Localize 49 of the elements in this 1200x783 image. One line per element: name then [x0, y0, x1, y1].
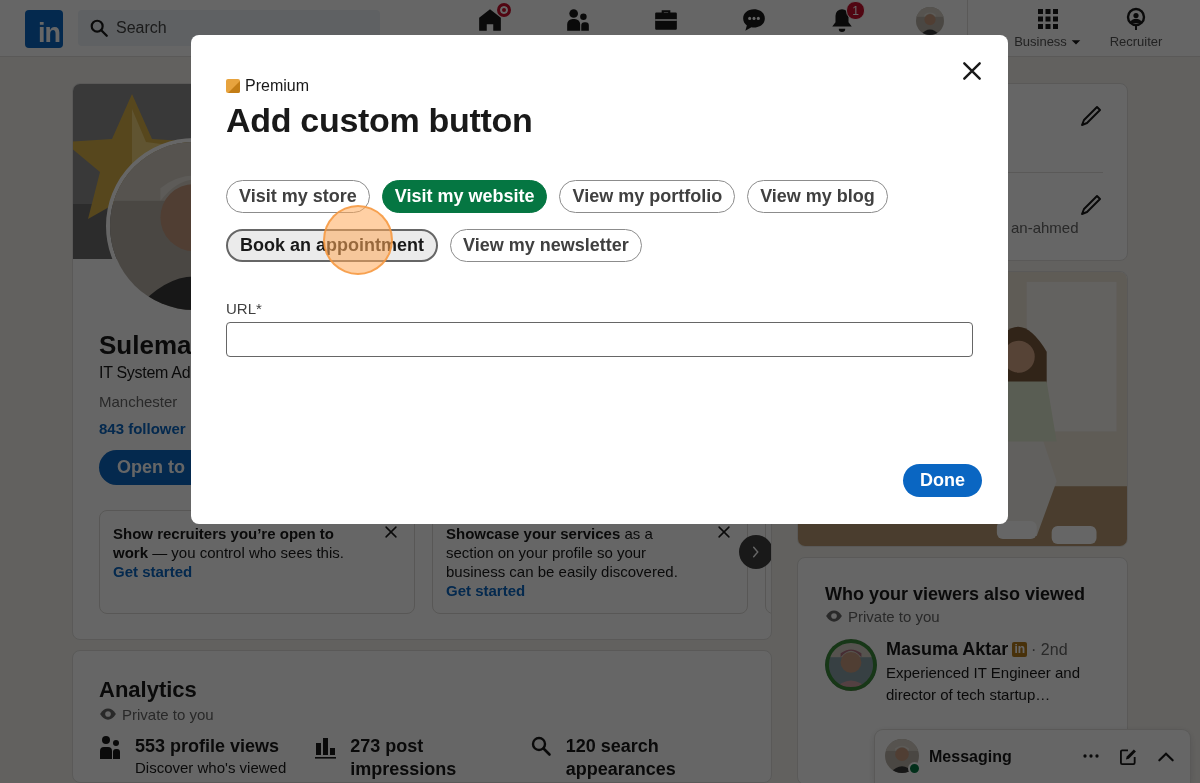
- pencil-icon[interactable]: [1079, 193, 1103, 217]
- profile-name: Sulema: [99, 330, 192, 360]
- pencil-icon[interactable]: [1079, 104, 1103, 128]
- close-icon[interactable]: [961, 60, 983, 82]
- compose-icon[interactable]: [1118, 747, 1138, 767]
- recruiter-icon[interactable]: [1124, 7, 1148, 31]
- people-icon: [99, 735, 123, 759]
- followers-link[interactable]: 843 follower: [99, 420, 186, 437]
- messaging-bar[interactable]: Messaging: [875, 730, 1190, 783]
- get-started-link[interactable]: Get started: [446, 581, 734, 600]
- notification-count: 1: [846, 1, 865, 20]
- people-icon[interactable]: [565, 7, 591, 33]
- url-input-field[interactable]: [226, 322, 973, 357]
- bar-chart-icon: [314, 735, 339, 759]
- search-icon: [529, 735, 554, 759]
- get-started-link[interactable]: Get started: [113, 562, 401, 581]
- stat-title[interactable]: 273 post impressions: [350, 735, 511, 781]
- profile-location: Manchester: [99, 393, 178, 410]
- person-name[interactable]: Masuma Aktar: [886, 639, 1009, 660]
- promo-text: Showcase your services as a section on your profile so your business can be easily discovered.: [446, 524, 679, 581]
- option-chip[interactable]: View my blog: [747, 180, 888, 213]
- connection-degree: · 2nd: [1031, 640, 1068, 659]
- grid-icon[interactable]: [1036, 7, 1060, 31]
- briefcase-icon[interactable]: [653, 7, 679, 33]
- chat-bubble-icon[interactable]: [741, 7, 767, 33]
- premium-badge: in: [1012, 642, 1028, 657]
- stat-title[interactable]: 120 search appearances: [565, 735, 726, 781]
- profile-headline: IT System Ad: [99, 364, 191, 382]
- privacy-note: Private to you: [122, 705, 214, 723]
- stat-subtitle: Discover who's viewed: [135, 759, 288, 776]
- person-headline: Experienced IT Engineer and director of tech startup…: [886, 663, 1082, 705]
- nav-label[interactable]: Business: [1014, 34, 1067, 49]
- privacy-note: Private to you: [848, 607, 940, 625]
- next-button[interactable]: [739, 535, 771, 569]
- nav-label[interactable]: Recruiter: [1109, 34, 1163, 49]
- logo[interactable]: in: [25, 10, 63, 48]
- stat-title[interactable]: 553 profile views: [135, 735, 295, 758]
- bell-icon[interactable]: [829, 7, 855, 33]
- field-label: URL*: [226, 300, 263, 317]
- search-icon: [89, 18, 109, 38]
- eye-icon: [825, 607, 843, 625]
- profile-url: an-ahmed: [1011, 219, 1079, 236]
- done-button[interactable]: Done: [903, 464, 982, 497]
- section-title: Analytics: [99, 677, 198, 703]
- promo-text: Show recruiters you’re open to work — you control who sees this.: [113, 524, 345, 562]
- section-title: Who your viewers also viewed: [825, 584, 1087, 605]
- home-icon[interactable]: [477, 7, 503, 33]
- messaging-label[interactable]: Messaging: [929, 748, 1012, 766]
- eye-icon: [99, 705, 117, 723]
